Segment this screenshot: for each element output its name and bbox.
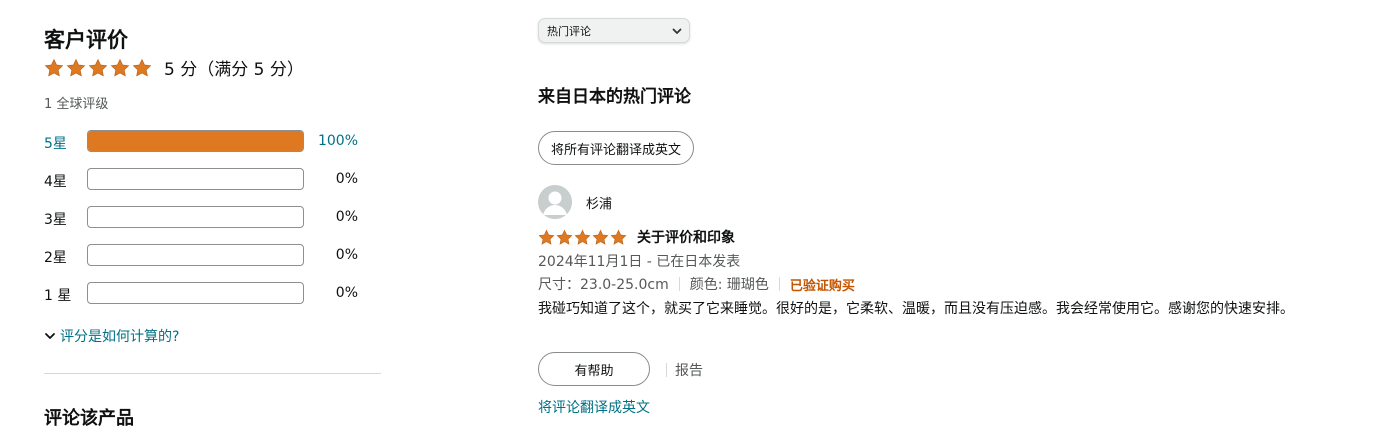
rating-histogram: 5星 100% 4星 0% 3星 0% 2星 0% 1 星 0% — [44, 130, 384, 320]
histogram-row-3-star: 3星 0% — [44, 206, 384, 244]
histogram-percent: 0% — [335, 171, 358, 187]
histogram-fill — [88, 131, 303, 151]
histogram-label: 1 星 — [44, 288, 72, 304]
histogram-label: 4星 — [44, 174, 67, 190]
how-ratings-calculated-label[interactable]: 评分是如何计算的? — [60, 326, 179, 346]
separator — [678, 277, 680, 291]
review-date: 2024年11月1日 - 已在日本发表 — [538, 254, 741, 270]
star-icon — [574, 229, 591, 245]
star-icon — [132, 58, 152, 76]
histogram-label: 2星 — [44, 250, 67, 266]
histogram-row-1-star: 1 星 0% — [44, 282, 384, 320]
review-star-rating[interactable] — [538, 229, 627, 246]
chevron-down-icon — [672, 28, 682, 34]
report-control: 报告 — [666, 360, 703, 380]
review-product-title: 评论该产品 — [44, 408, 134, 429]
star-icon — [110, 58, 130, 76]
star-icon — [88, 58, 108, 76]
avatar — [538, 185, 572, 219]
global-ratings-count: 1 全球评级 — [44, 97, 109, 112]
histogram-row-5-star[interactable]: 5星 100% — [44, 130, 384, 168]
report-link[interactable]: 报告 — [675, 360, 703, 380]
star-icon — [538, 229, 555, 245]
review-header: 关于评价和印象 — [538, 227, 735, 247]
customer-reviews-summary: 客户评价 5 分（满分 5 分） 1 全球评级 5星 100% 4星 0% 3星… — [44, 0, 384, 444]
sort-dropdown[interactable]: 热门评论 — [538, 18, 690, 43]
star-icon — [44, 58, 64, 76]
histogram-label: 3星 — [44, 212, 67, 228]
average-rating: 5 分（满分 5 分） — [44, 55, 304, 80]
star-icon — [556, 229, 573, 245]
chevron-down-icon — [45, 333, 55, 339]
histogram-percent: 0% — [335, 285, 358, 301]
user-icon — [538, 185, 572, 219]
histogram-row-2-star: 2星 0% — [44, 244, 384, 282]
histogram-bar[interactable] — [87, 130, 304, 152]
rating-out-of-text: 5 分（满分 5 分） — [164, 60, 304, 80]
histogram-bar — [87, 168, 304, 190]
separator — [778, 277, 780, 291]
separator — [666, 363, 667, 377]
histogram-bar — [87, 282, 304, 304]
histogram-percent: 0% — [335, 209, 358, 225]
top-reviews-heading: 来自日本的热门评论 — [538, 87, 691, 107]
histogram-percent: 0% — [335, 247, 358, 263]
divider — [44, 373, 381, 374]
histogram-percent[interactable]: 100% — [318, 133, 358, 149]
review-format-strip: 尺寸：23.0-25.0cm 颜色: 珊瑚色 已验证购买 — [538, 274, 855, 294]
histogram-row-4-star: 4星 0% — [44, 168, 384, 206]
star-icon — [592, 229, 609, 245]
review-color: 颜色: 珊瑚色 — [689, 277, 769, 293]
translate-review-link[interactable]: 将评论翻译成英文 — [538, 397, 650, 417]
reviewer-profile[interactable]: 杉浦 — [538, 185, 612, 219]
star-icon — [66, 58, 86, 76]
reviewer-name[interactable]: 杉浦 — [586, 193, 612, 212]
average-star-rating[interactable] — [44, 58, 152, 78]
histogram-bar — [87, 244, 304, 266]
translate-all-reviews-button[interactable]: 将所有评论翻译成英文 — [538, 131, 695, 165]
verified-purchase-badge: 已验证购买 — [789, 278, 855, 294]
review-headline[interactable]: 关于评价和印象 — [637, 227, 735, 247]
review-body: 我碰巧知道了这个，就买了它来睡觉。很好的是，它柔软、温暖，而且没有压迫感。我会经… — [538, 301, 1294, 317]
reviews-panel: 热门评论 来自日本的热门评论 将所有评论翻译成英文 杉浦 关于评价和印象 202… — [538, 0, 1338, 444]
helpful-button[interactable]: 有帮助 — [538, 352, 650, 386]
review-size: 尺寸：23.0-25.0cm — [538, 277, 669, 293]
customer-reviews-title: 客户评价 — [44, 28, 128, 52]
sort-dropdown-value: 热门评论 — [547, 24, 591, 38]
histogram-label[interactable]: 5星 — [44, 133, 67, 153]
histogram-bar — [87, 206, 304, 228]
how-ratings-calculated-link[interactable]: 评分是如何计算的? — [44, 326, 179, 346]
star-icon — [610, 229, 627, 245]
